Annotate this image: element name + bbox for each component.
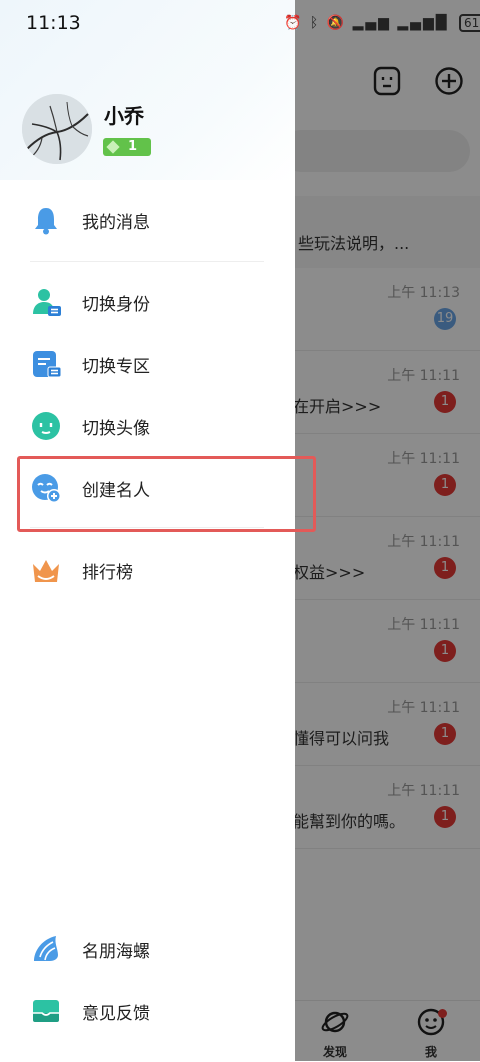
signal-icon: ▂▄▆: [352, 15, 391, 31]
diamond-icon: [106, 140, 120, 154]
battery-icon: 61: [458, 14, 480, 32]
bluetooth-icon: ᛒ: [309, 15, 321, 31]
level-badge: 1: [103, 138, 151, 156]
highlight-box: [17, 456, 316, 532]
divider: [30, 261, 264, 262]
menu-item-switch-avatar[interactable]: 切换头像: [0, 396, 295, 456]
status-icons: ⏰ ᛒ 🔕 ▂▄▆ ▂▄▆█ 61: [284, 14, 480, 32]
feedback-icon: [33, 1000, 59, 1022]
menu-item-switch-zone[interactable]: 切换专区: [0, 334, 295, 394]
face-icon: [32, 412, 60, 440]
level-number: 1: [128, 139, 138, 154]
menu-item-switch-identity[interactable]: 切换身份: [0, 272, 295, 332]
menu-item-feedback[interactable]: 意见反馈: [0, 981, 295, 1041]
menu-item-conch[interactable]: 名朋海螺: [0, 919, 295, 979]
status-bar: 11:13 ⏰ ᛒ 🔕 ▂▄▆ ▂▄▆█ 61: [0, 0, 480, 48]
mute-icon: 🔕: [326, 15, 347, 31]
switch-user-icon: [33, 289, 61, 316]
menu-item-leaderboard[interactable]: 排行榜: [0, 540, 295, 600]
bell-icon: [35, 208, 57, 235]
menu-label: 意见反馈: [82, 1004, 150, 1024]
status-time: 11:13: [26, 12, 81, 34]
conch-icon: [34, 936, 58, 961]
menu-label: 切换头像: [82, 419, 150, 439]
menu-label: 名朋海螺: [82, 942, 150, 962]
switch-zone-icon: [33, 351, 62, 378]
user-name[interactable]: 小乔: [104, 100, 144, 129]
menu-label: 排行榜: [82, 563, 133, 583]
alarm-icon: ⏰: [284, 15, 304, 31]
menu-label: 切换身份: [82, 295, 150, 315]
menu-item-messages[interactable]: 我的消息: [0, 190, 295, 250]
menu-label: 我的消息: [82, 213, 150, 233]
crown-icon: [33, 560, 59, 582]
avatar[interactable]: [22, 94, 92, 164]
signal-icon: ▂▄▆█: [397, 15, 449, 31]
menu-label: 切换专区: [82, 357, 150, 377]
